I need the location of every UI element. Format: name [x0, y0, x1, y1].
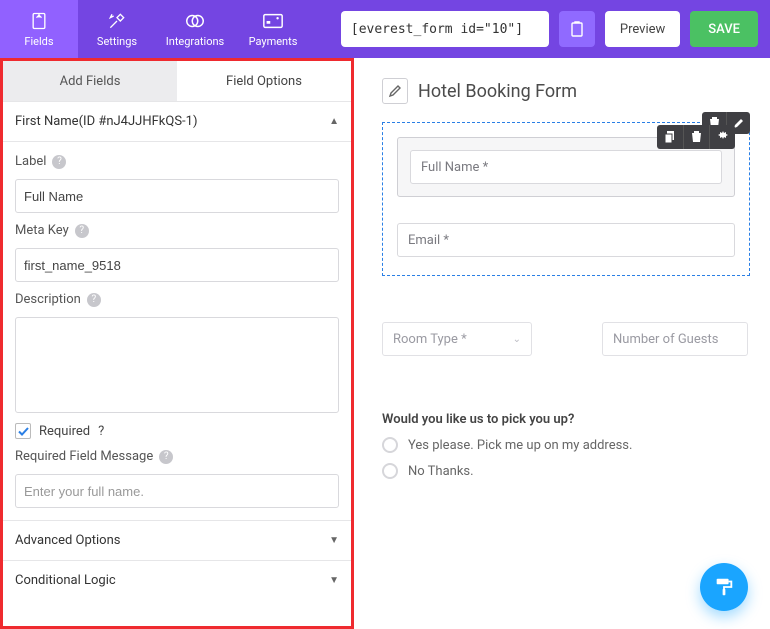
- room-type-label: Room Type *: [393, 332, 467, 347]
- preview-button[interactable]: Preview: [605, 11, 680, 47]
- copy-icon: [665, 131, 676, 143]
- paint-roller-icon: [713, 576, 735, 598]
- radio-no[interactable]: [382, 463, 398, 479]
- guests-placeholder: Number of Guests: [613, 332, 718, 347]
- help-icon[interactable]: ?: [98, 424, 104, 439]
- conditional-row[interactable]: Conditional Logic ▼: [3, 560, 351, 600]
- label-label: Label ?: [15, 154, 339, 169]
- edit-title-button[interactable]: [382, 78, 408, 104]
- integrations-icon: [184, 10, 206, 32]
- preview-label: Preview: [620, 22, 665, 37]
- advanced-label: Advanced Options: [15, 533, 120, 548]
- help-icon[interactable]: ?: [159, 450, 173, 464]
- copy-shortcode-button[interactable]: [559, 11, 595, 47]
- save-label: SAVE: [708, 22, 740, 37]
- metakey-label: Meta Key ?: [15, 223, 339, 238]
- nav-payments-label: Payments: [249, 35, 298, 48]
- advanced-row[interactable]: Advanced Options ▼: [3, 520, 351, 560]
- required-msg-label: Required Field Message ?: [15, 449, 339, 464]
- radio-no-label: No Thanks.: [408, 464, 474, 479]
- help-icon[interactable]: ?: [52, 155, 66, 169]
- help-icon[interactable]: ?: [87, 293, 101, 307]
- tab-add-fields[interactable]: Add Fields: [3, 61, 177, 101]
- conditional-label: Conditional Logic: [15, 573, 116, 588]
- tab-add-fields-label: Add Fields: [60, 74, 121, 89]
- caret-down-icon: ▼: [329, 535, 339, 546]
- nav-fields[interactable]: Fields: [0, 0, 78, 58]
- tab-field-options[interactable]: Field Options: [177, 61, 351, 101]
- nav-settings[interactable]: Settings: [78, 0, 156, 58]
- nav-payments[interactable]: Payments: [234, 0, 312, 58]
- required-msg-input[interactable]: [15, 474, 339, 508]
- required-checkbox[interactable]: [15, 423, 31, 439]
- trash-icon: [691, 131, 702, 143]
- label-input[interactable]: [15, 179, 339, 213]
- pencil-icon: [388, 84, 402, 98]
- form-preview: Hotel Booking Form: [354, 58, 770, 629]
- form-title: Hotel Booking Form: [418, 81, 577, 102]
- description-input[interactable]: [15, 317, 339, 413]
- nav-integrations-label: Integrations: [166, 35, 224, 48]
- nav-settings-label: Settings: [97, 35, 137, 48]
- radio-yes[interactable]: [382, 437, 398, 453]
- payments-icon: [262, 10, 284, 32]
- save-button[interactable]: SAVE: [690, 11, 758, 47]
- description-label: Description ?: [15, 292, 339, 307]
- field-header-label: First Name(ID #nJ4JJHFkQS-1): [15, 114, 197, 129]
- clipboard-icon: [569, 20, 585, 38]
- field-fullname[interactable]: Full Name *: [397, 137, 735, 197]
- caret-up-icon: ▲: [329, 116, 339, 127]
- gear-icon: [717, 131, 729, 143]
- nav-integrations[interactable]: Integrations: [156, 0, 234, 58]
- email-placeholder: Email *: [408, 233, 449, 248]
- field-settings-button[interactable]: [709, 125, 735, 149]
- field-header-row[interactable]: First Name(ID #nJ4JJHFkQS-1) ▲: [3, 101, 351, 141]
- tab-field-options-label: Field Options: [226, 74, 302, 89]
- shortcode-input[interactable]: [everest_form id="10"]: [341, 11, 549, 47]
- theme-fab-button[interactable]: [700, 563, 748, 611]
- metakey-input[interactable]: [15, 248, 339, 282]
- field-toolbar: [657, 125, 735, 149]
- number-of-guests-input[interactable]: Number of Guests: [602, 322, 748, 356]
- fields-icon: [28, 10, 50, 32]
- room-type-select[interactable]: Room Type * ⌄: [382, 322, 532, 356]
- left-panel: Add Fields Field Options First Name(ID #…: [0, 58, 354, 629]
- radio-yes-label: Yes please. Pick me up on my address.: [408, 438, 632, 453]
- field-duplicate-button[interactable]: [657, 125, 683, 149]
- help-icon[interactable]: ?: [75, 224, 89, 238]
- email-input[interactable]: Email *: [397, 223, 735, 257]
- chevron-down-icon: ⌄: [513, 334, 521, 345]
- nav-fields-label: Fields: [24, 35, 53, 48]
- field-delete-button[interactable]: [683, 125, 709, 149]
- fullname-placeholder: Full Name *: [421, 160, 488, 175]
- caret-down-icon: ▼: [329, 575, 339, 586]
- pickup-question: Would you like us to pick you up?: [382, 412, 750, 427]
- fullname-input[interactable]: Full Name *: [410, 150, 722, 184]
- shortcode-text: [everest_form id="10"]: [351, 22, 523, 37]
- required-label: Required: [39, 424, 90, 439]
- settings-icon: [106, 10, 128, 32]
- selected-row[interactable]: Full Name * Email *: [382, 122, 750, 276]
